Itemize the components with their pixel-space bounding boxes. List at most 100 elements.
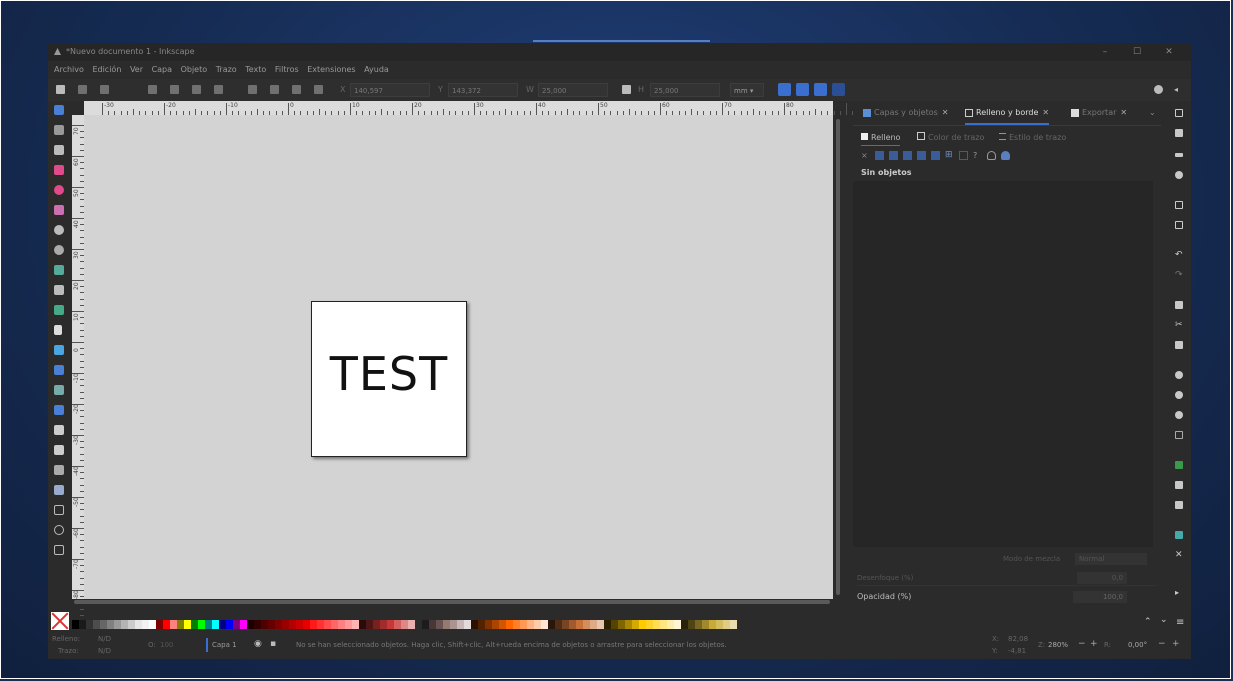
palette-swatch[interactable] (100, 620, 107, 629)
opacity-indicator-value[interactable]: 100 (160, 641, 173, 649)
rotate-cw-status-icon[interactable]: + (1172, 639, 1180, 649)
select-all-layers-icon[interactable] (78, 85, 87, 94)
zoom-in-icon[interactable]: + (1090, 639, 1098, 649)
pages-tool-icon[interactable] (54, 505, 64, 515)
palette-swatch[interactable] (156, 620, 163, 629)
mesh-tool-icon[interactable] (54, 365, 64, 375)
palette-swatch[interactable] (394, 620, 401, 629)
layer-lock-icon[interactable]: ▪ (270, 639, 276, 649)
zoom-drawing-icon[interactable] (1175, 391, 1183, 399)
minimize-button[interactable]: – (1093, 43, 1117, 61)
palette-swatch[interactable] (583, 620, 590, 629)
palette-swatch[interactable] (247, 620, 254, 629)
palette-swatch[interactable] (352, 620, 359, 629)
lower-icon[interactable] (292, 85, 301, 94)
palette-swatch[interactable] (275, 620, 282, 629)
palette-swatch[interactable] (520, 620, 527, 629)
scale-stroke-icon[interactable] (778, 83, 791, 96)
blur-input[interactable]: 0,0 (1077, 572, 1127, 584)
palette-swatch[interactable] (513, 620, 520, 629)
raise-to-top-icon[interactable] (248, 85, 257, 94)
3d-box-tool-icon[interactable] (54, 225, 64, 235)
palette-swatch[interactable] (198, 620, 205, 629)
palette-swatch[interactable] (709, 620, 716, 629)
tab-export[interactable]: Exportar ✕ (1071, 101, 1127, 125)
palette-swatch[interactable] (282, 620, 289, 629)
menu-extensiones[interactable]: Extensiones (307, 65, 355, 74)
palette-swatches[interactable] (72, 620, 737, 629)
palette-swatch[interactable] (387, 620, 394, 629)
deselect-icon[interactable] (100, 85, 109, 94)
palette-swatch[interactable] (86, 620, 93, 629)
palette-swatch[interactable] (485, 620, 492, 629)
unlink-clone-icon[interactable] (1175, 501, 1183, 509)
palette-swatch[interactable] (121, 620, 128, 629)
palette-swatch[interactable] (184, 620, 191, 629)
palette-down-chevron-icon[interactable]: ⌄ (1160, 615, 1168, 625)
palette-swatch[interactable] (541, 620, 548, 629)
paste-icon[interactable] (1175, 341, 1183, 349)
blend-mode-select[interactable]: Normal (1075, 553, 1147, 565)
palette-swatch[interactable] (681, 620, 688, 629)
palette-swatch[interactable] (660, 620, 667, 629)
palette-swatch[interactable] (373, 620, 380, 629)
palette-swatch[interactable] (688, 620, 695, 629)
palette-swatch[interactable] (191, 620, 198, 629)
width-input[interactable]: 25,000 (538, 83, 608, 97)
palette-swatch[interactable] (303, 620, 310, 629)
mesh-gradient-icon[interactable] (917, 151, 926, 160)
palette-swatch[interactable] (457, 620, 464, 629)
copy-icon[interactable] (1175, 301, 1183, 309)
zoom-page-icon[interactable] (1175, 411, 1183, 419)
zoom-out-icon[interactable]: − (1078, 639, 1086, 649)
current-layer[interactable]: Capa 1 (212, 641, 237, 649)
palette-swatch[interactable] (219, 620, 226, 629)
clone-icon[interactable] (1175, 481, 1183, 489)
pencil-tool-icon[interactable] (54, 285, 64, 295)
rect-tool-icon[interactable] (54, 165, 64, 175)
subtab-fill[interactable]: Relleno (861, 131, 901, 146)
measure-tool-icon[interactable] (54, 485, 64, 495)
vertical-ruler[interactable]: 70 60 50 40 30 20 10 0 -10 -20 -30 -40 -50 -60 -70 -80 (72, 115, 84, 616)
palette-swatch[interactable] (436, 620, 443, 629)
node-tool-icon[interactable] (54, 125, 64, 135)
new-document-icon[interactable] (1175, 109, 1183, 117)
palette-up-chevron-icon[interactable]: ⌃ (1144, 617, 1152, 627)
palette-swatch[interactable] (646, 620, 653, 629)
menu-texto[interactable]: Texto (245, 65, 266, 74)
palette-swatch[interactable] (226, 620, 233, 629)
palette-swatch[interactable] (653, 620, 660, 629)
ungroup-icon[interactable]: ✕ (1175, 551, 1183, 560)
palette-swatch[interactable] (240, 620, 247, 629)
palette-swatch[interactable] (163, 620, 170, 629)
menu-edicion[interactable]: Edición (92, 65, 121, 74)
flat-color-icon[interactable] (875, 151, 884, 160)
group-icon[interactable] (1175, 531, 1183, 539)
vertical-scrollbar[interactable] (835, 115, 841, 599)
zoom-tool-icon[interactable] (54, 525, 64, 535)
palette-swatch[interactable] (471, 620, 478, 629)
y-input[interactable]: 143,372 (448, 83, 518, 97)
palette-swatch[interactable] (464, 620, 471, 629)
palette-swatch[interactable] (590, 620, 597, 629)
menu-archivo[interactable]: Archivo (54, 65, 84, 74)
palette-swatch[interactable] (534, 620, 541, 629)
lower-to-bottom-icon[interactable] (314, 85, 323, 94)
no-paint-icon[interactable]: × (861, 151, 870, 160)
commands-icon[interactable] (1154, 85, 1163, 94)
tabs-overflow-chevron-icon[interactable]: ⌄ (1149, 101, 1156, 125)
palette-swatch[interactable] (142, 620, 149, 629)
rotate-ccw-icon[interactable] (148, 85, 157, 94)
linear-gradient-icon[interactable] (889, 151, 898, 160)
flip-horizontal-icon[interactable] (192, 85, 201, 94)
zoom-selection-icon[interactable] (1175, 371, 1183, 379)
fill-indicator-value[interactable]: N/D (98, 635, 111, 643)
palette-swatch[interactable] (527, 620, 534, 629)
undo-icon[interactable]: ↶ (1175, 251, 1183, 260)
palette-swatch[interactable] (716, 620, 723, 629)
palette-swatch[interactable] (345, 620, 352, 629)
palette-swatch[interactable] (310, 620, 317, 629)
palette-swatch[interactable] (317, 620, 324, 629)
palette-swatch[interactable] (233, 620, 240, 629)
palette-swatch[interactable] (569, 620, 576, 629)
